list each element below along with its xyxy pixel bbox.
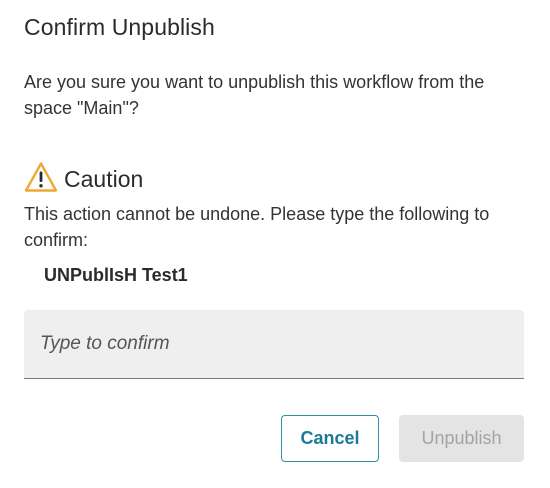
- caution-title: Caution: [64, 165, 144, 192]
- confirm-unpublish-dialog: Confirm Unpublish Are you sure you want …: [0, 0, 550, 488]
- unpublish-button[interactable]: Unpublish: [399, 415, 524, 462]
- caution-text: This action cannot be undone. Please typ…: [24, 204, 490, 250]
- cancel-button[interactable]: Cancel: [281, 415, 379, 462]
- confirm-input-container: [24, 310, 524, 379]
- dialog-title: Confirm Unpublish: [24, 14, 215, 40]
- confirm-phrase: UNPublIsH Test1: [44, 265, 188, 285]
- confirmation-question: Are you sure you want to unpublish this …: [24, 72, 485, 118]
- warning-icon: [24, 161, 58, 193]
- caution-heading: Caution: [24, 160, 143, 194]
- confirm-input[interactable]: [24, 310, 524, 378]
